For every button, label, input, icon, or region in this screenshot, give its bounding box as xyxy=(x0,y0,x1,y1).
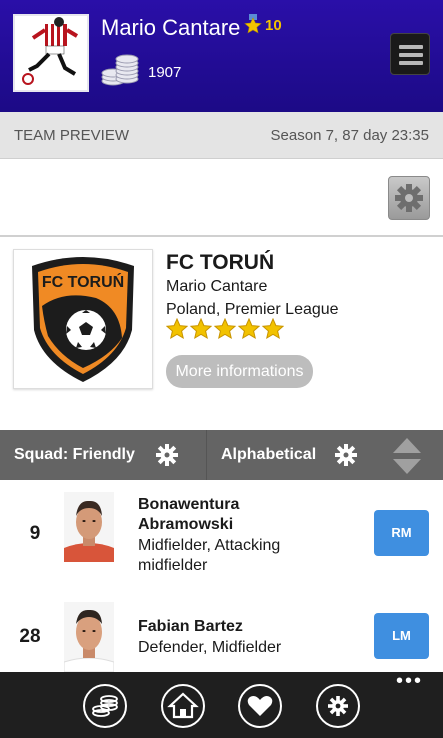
star-icon xyxy=(238,318,260,340)
player-name-line: Bonawentura xyxy=(138,496,240,513)
footballer-avatar-icon xyxy=(22,17,79,85)
player-position: Defender, Midfielder xyxy=(138,639,282,656)
player-position: Midfielder, Attacking midfielder xyxy=(138,536,358,576)
more-informations-button[interactable]: More informations xyxy=(166,355,313,388)
menu-icon xyxy=(399,53,423,57)
coins-balance: 1907 xyxy=(148,64,182,81)
club-crest-icon: FC TORUŃ xyxy=(32,257,134,382)
favorites-button[interactable] xyxy=(238,684,282,728)
player-position-line: Midfielder, Attacking xyxy=(138,537,281,554)
team-name: FC TORUŃ xyxy=(166,251,275,274)
player-number: 28 xyxy=(19,626,41,647)
position-badge[interactable]: RM xyxy=(374,510,429,556)
star-icon xyxy=(262,318,284,340)
star-icon xyxy=(190,318,212,340)
page-title: TEAM PREVIEW xyxy=(14,127,130,144)
coins-icon xyxy=(101,54,139,86)
divider xyxy=(0,235,443,237)
settings-button[interactable] xyxy=(388,176,430,220)
home-icon xyxy=(167,692,199,719)
star-badge-icon xyxy=(244,14,262,34)
player-number: 9 xyxy=(29,523,41,544)
more-options-button[interactable]: ••• xyxy=(396,671,423,691)
star-icon xyxy=(166,318,188,340)
squad-toolbar: Squad: Friendly Alphabetical xyxy=(0,430,443,480)
manager-name: Mario Cantare xyxy=(101,15,241,40)
team-league: Poland, Premier League xyxy=(166,301,339,318)
menu-button[interactable] xyxy=(390,33,430,75)
player-photo[interactable] xyxy=(64,492,114,562)
toolbar-separator xyxy=(206,430,207,480)
player-name[interactable]: Bonawentura Abramowski xyxy=(138,495,358,535)
player-position-line: midfielder xyxy=(138,557,208,574)
home-button[interactable] xyxy=(161,684,205,728)
player-name[interactable]: Fabian Bartez xyxy=(138,617,358,637)
squad-selector[interactable]: Squad: Friendly xyxy=(14,446,135,464)
star-icon xyxy=(214,318,236,340)
team-logo: FC TORUŃ xyxy=(13,249,153,389)
player-photo[interactable] xyxy=(64,602,114,672)
crest-text: FC TORUŃ xyxy=(42,272,124,291)
player-name-line: Abramowski xyxy=(138,516,234,533)
heart-icon xyxy=(247,696,273,716)
level-badge: 10 xyxy=(265,17,282,34)
coins-icon xyxy=(92,695,118,717)
settings-app-button[interactable] xyxy=(316,684,360,728)
section-bar: TEAM PREVIEW Season 7, 87 day 23:35 xyxy=(0,112,443,159)
avatar[interactable] xyxy=(13,14,89,92)
coins-button[interactable] xyxy=(83,684,127,728)
gear-icon xyxy=(395,184,423,212)
team-manager: Mario Cantare xyxy=(166,278,268,295)
app-bar xyxy=(0,672,443,738)
header-bar: Mario Cantare 10 1907 xyxy=(0,0,443,112)
gear-icon[interactable] xyxy=(155,443,179,467)
menu-icon xyxy=(399,45,423,49)
gear-icon xyxy=(328,696,348,716)
menu-icon xyxy=(399,61,423,65)
position-badge[interactable]: LM xyxy=(374,613,429,659)
sort-arrows-icon[interactable] xyxy=(391,436,423,476)
gear-icon[interactable] xyxy=(334,443,358,467)
team-rating xyxy=(166,318,284,344)
season-info: Season 7, 87 day 23:35 xyxy=(270,127,429,144)
sort-selector[interactable]: Alphabetical xyxy=(221,446,316,464)
